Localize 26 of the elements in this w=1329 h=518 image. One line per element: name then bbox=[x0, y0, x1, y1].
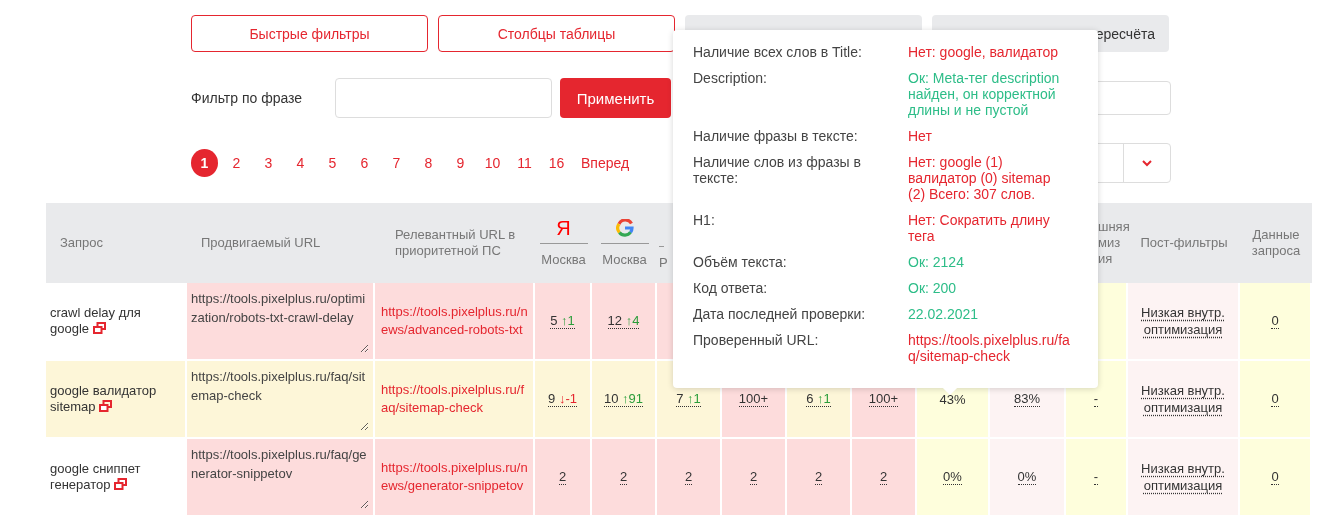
check-label: Description: bbox=[693, 70, 768, 88]
check-label: Наличие всех слов в Title: bbox=[693, 44, 863, 60]
query-text: crawl delay для google bbox=[50, 305, 142, 337]
check-label: Наличие слов из фразы в тексте: bbox=[693, 154, 862, 188]
check-value: Ок: 2124 bbox=[908, 254, 965, 270]
check-value: Нет bbox=[908, 128, 933, 144]
check-label: Проверенный URL: bbox=[693, 332, 820, 350]
check-label: Код ответа: bbox=[693, 280, 769, 296]
check-label: Дата последней проверки: bbox=[693, 306, 867, 322]
check-value: 22.02.2021 bbox=[908, 306, 980, 322]
check-label: H1: bbox=[693, 212, 716, 230]
query-text: google валидатор sitemap bbox=[50, 383, 158, 415]
check-value: https://tools.pixelplus.ru/faq/sitemap-check bbox=[908, 332, 1070, 364]
check-value: Нет: google (1) валидатор (0) sitemap (2) Всего: 307 слов. bbox=[908, 154, 1052, 202]
check-value: Нет: google, валидатор bbox=[908, 44, 1059, 60]
filter-label: Фильтр по фразе bbox=[191, 90, 304, 106]
region-label: Москва bbox=[602, 252, 647, 268]
query-text: google сниппет генератор bbox=[50, 461, 142, 493]
region-label: Москва bbox=[541, 252, 586, 268]
engine-logo: Я bbox=[556, 216, 571, 240]
check-value: Ок: 200 bbox=[908, 280, 958, 296]
check-value: Ок: Meta-тег description найден, он корректной длины и не пустой bbox=[908, 70, 1061, 118]
check-value: Нет: Сократить длину тега bbox=[908, 212, 1051, 244]
region-label: Р bbox=[659, 255, 668, 271]
check-label: Объём текста: bbox=[693, 254, 788, 270]
check-label: Наличие фразы в тексте: bbox=[693, 128, 859, 144]
